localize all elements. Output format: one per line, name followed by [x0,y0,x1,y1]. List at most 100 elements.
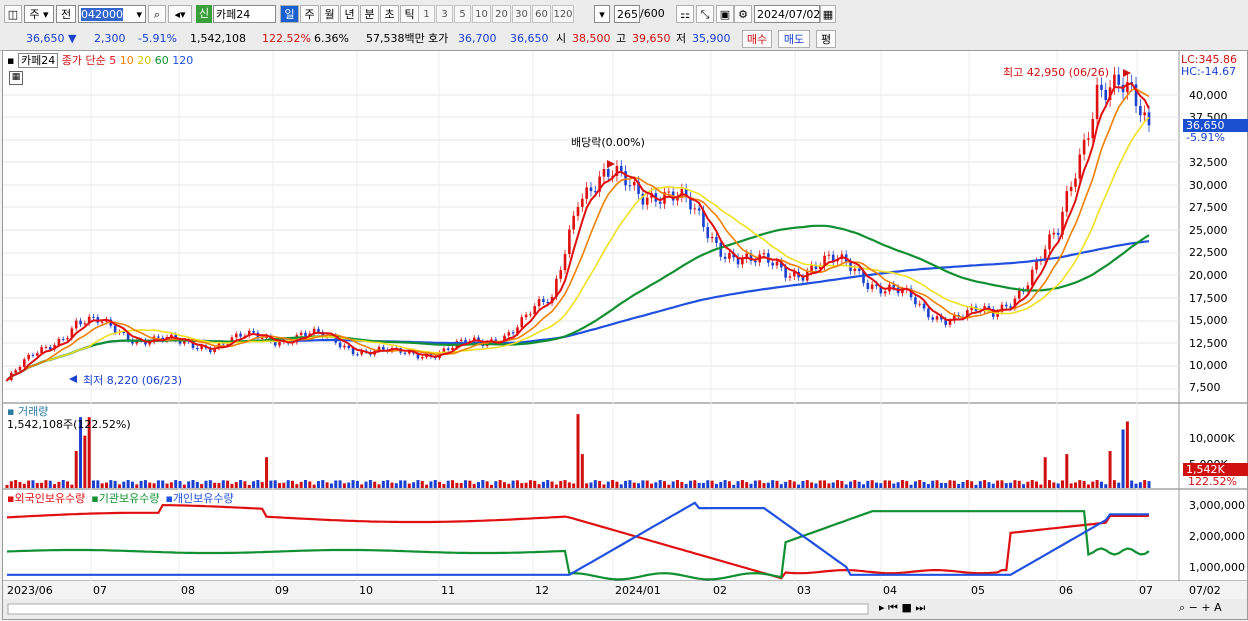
volume-bar [1117,482,1121,488]
minus-icon[interactable]: − [1189,601,1198,614]
candle-body [723,256,727,259]
volume-bar [481,480,485,488]
calendar-icon[interactable]: ▦ [820,5,836,23]
volume-bar [27,480,31,488]
candle-body [563,254,567,271]
tab-period-1[interactable]: 주 [300,5,319,23]
interval-3[interactable]: 3 [436,5,453,23]
candle-body [810,265,813,272]
volume-bar [135,484,139,488]
prev-button[interactable]: 전 [56,5,76,23]
volume-bar [31,480,35,488]
table-icon[interactable]: ▦ [9,71,23,85]
volume-bar [658,480,662,488]
volume-bar [987,482,991,488]
interval-10[interactable]: 10 [472,5,491,23]
search-icon[interactable]: ⌕ [148,5,166,23]
legend-holding-2[interactable]: ▪개인보유수량 [165,492,233,505]
price-tick-3: 30,000 [1189,179,1228,192]
buy-button[interactable]: 매수 [742,30,772,48]
candle-body [14,370,17,373]
count-input[interactable]: 265 [614,5,640,23]
volume-bar [706,480,710,488]
save-icon[interactable]: ▣ [716,5,734,23]
font-icon[interactable]: A [1214,601,1222,614]
volume-bar [840,480,844,488]
interval-5[interactable]: 5 [454,5,471,23]
chart-area[interactable]: ▪ 카페24 종가 단순 5 10 20 60 120 ▦ LC:345.86 … [2,50,1248,620]
interval-30[interactable]: 30 [512,5,531,23]
legend-stock-name[interactable]: 카페24 [17,53,59,68]
stop-icon[interactable]: ■ [901,601,911,614]
interval-120[interactable]: 120 [552,5,574,23]
volume-bar [1000,480,1004,488]
code-input[interactable]: 042000 ▾ [78,5,146,23]
tab-period-6[interactable]: 틱 [400,5,419,23]
date-input[interactable]: 2024/07/02 [754,5,820,23]
legend-ma-10[interactable]: 10 [116,54,134,67]
menu-icon[interactable]: ▪ [7,54,14,67]
candle-body [576,206,580,216]
candle-body [44,346,48,348]
volume-bar [818,480,822,488]
market-select[interactable]: 주 ▾ [24,5,54,23]
volume-bar [983,480,987,488]
speaker-icon[interactable]: ◂▾ [168,5,192,23]
volume-bar [970,481,974,488]
tab-period-5[interactable]: 초 [380,5,399,23]
volume-bar [117,484,121,488]
volume-bar [217,483,221,488]
tab-period-4[interactable]: 분 [360,5,379,23]
high-value: 39,650 [632,32,671,45]
volume-bar [1073,482,1077,488]
volume-bar [351,480,355,488]
compare-icon[interactable]: ⚏ [676,5,694,23]
volume-bar [1065,454,1069,488]
x-tick-4: 10 [359,584,373,597]
volume-bar [680,481,684,488]
volume-detail: 1,542,108주(122.52%) [7,418,131,431]
window-icon[interactable]: ◫ [4,5,22,23]
interval-1[interactable]: 1 [418,5,435,23]
candle-body [1143,112,1146,116]
scroll-right-icon[interactable]: ▸ [879,601,885,614]
volume-bar [1069,483,1073,488]
tab-period-2[interactable]: 월 [320,5,339,23]
eval-button[interactable]: 평 [816,30,836,48]
legend-holding-0[interactable]: ▪외국인보유수량 [7,492,85,505]
volume-bar [260,482,264,488]
draw-icon[interactable]: ⤡ [696,5,714,23]
legend-ma-120[interactable]: 120 [169,54,193,67]
count-total: /600 [640,7,665,20]
tab-period-3[interactable]: 년 [340,5,359,23]
volume-bar [978,481,982,488]
last-icon[interactable]: ⏭ [915,601,925,614]
legend-ma-60[interactable]: 60 [151,54,169,67]
chevron-down-icon[interactable]: ▾ [136,6,145,24]
volume-bar [805,480,809,488]
interval-dropdown[interactable]: ▾ [594,5,610,23]
interval-60[interactable]: 60 [532,5,551,23]
legend-holding-1[interactable]: ▪기관보유수량 [91,492,159,505]
interval-20[interactable]: 20 [492,5,511,23]
volume-bar [870,480,874,488]
volume-bar [368,479,372,488]
volume-bar [533,480,537,488]
volume-bar [1004,483,1008,488]
volume-bar [195,481,199,488]
tab-period-0[interactable]: 일 [280,5,299,23]
gear-icon[interactable]: ⚙ [734,5,752,23]
sell-button[interactable]: 매도 [778,30,810,48]
plus-icon[interactable]: + [1201,601,1210,614]
first-icon[interactable]: ⏮ [888,601,898,614]
volume-bar [931,480,935,488]
legend-ma-20[interactable]: 20 [134,54,151,67]
candle-body [788,276,792,278]
x-tick-1: 07 [93,584,107,597]
volume-bar [723,480,727,488]
stock-name[interactable]: 카페24 [213,5,276,23]
x-tick-3: 09 [275,584,289,597]
volume-bar [416,480,420,488]
search-icon[interactable]: ⌕ [1179,601,1185,614]
volume-bar [308,481,312,488]
